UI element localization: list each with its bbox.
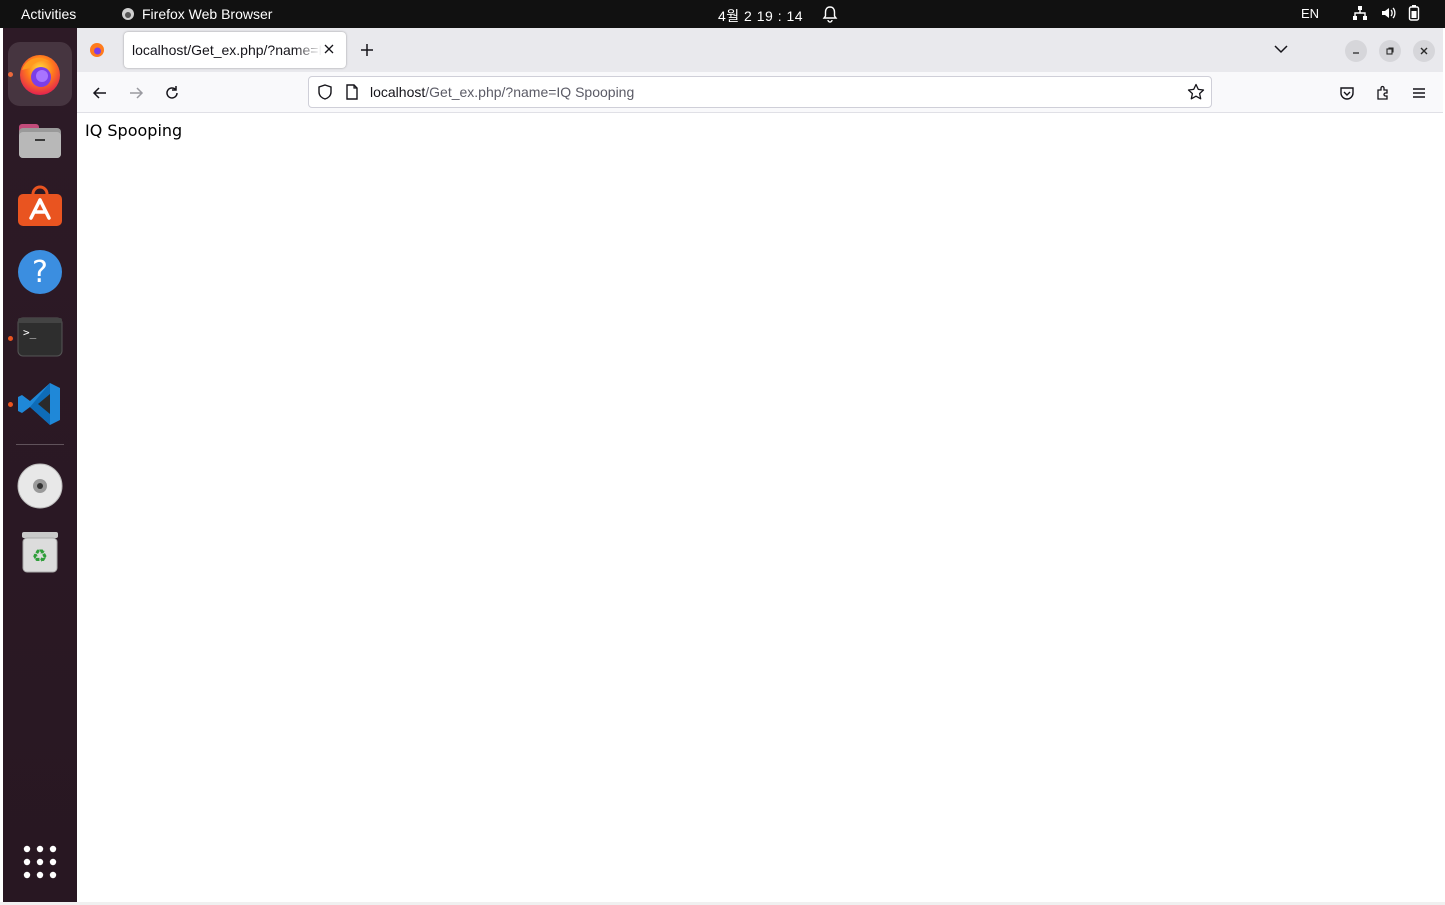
forward-arrow-icon[interactable] — [125, 82, 147, 104]
back-arrow-icon[interactable] — [89, 82, 111, 104]
battery-icon — [1408, 5, 1420, 21]
dock-help[interactable]: ? — [8, 240, 72, 304]
url-path: /Get_ex.php/?name=IQ Spooping — [425, 84, 635, 100]
vscode-icon — [18, 383, 60, 425]
page-info-icon[interactable] — [345, 84, 359, 104]
tab-strip: localhost/Get_ex.php/?name=IQ Spooping — [77, 28, 1443, 72]
dock-disc[interactable] — [8, 454, 72, 518]
dock-app-center[interactable] — [8, 174, 72, 238]
app-menu[interactable]: Firefox Web Browser — [120, 6, 272, 22]
firefox-icon — [20, 55, 60, 95]
svg-text:♻: ♻ — [32, 546, 48, 567]
firefox-small-icon — [122, 8, 134, 20]
hamburger-menu-icon[interactable] — [1408, 82, 1430, 104]
url-text[interactable]: localhost/Get_ex.php/?name=IQ Spooping — [370, 84, 634, 100]
firefox-window: localhost/Get_ex.php/?name=IQ Spooping — [77, 28, 1443, 902]
dock-vscode[interactable] — [8, 372, 72, 436]
dock-firefox[interactable] — [8, 42, 72, 106]
dock-files[interactable] — [8, 108, 72, 172]
activities-button[interactable]: Activities — [21, 6, 76, 22]
svg-text:?: ? — [32, 255, 48, 290]
network-icon — [1353, 6, 1367, 20]
pocket-icon[interactable] — [1336, 82, 1358, 104]
dock: ? >_ ♻ — [3, 28, 77, 902]
reload-icon[interactable] — [161, 82, 183, 104]
page-content: IQ Spooping — [77, 114, 1443, 902]
restore-icon[interactable] — [1379, 40, 1401, 62]
clock[interactable]: 4월 2 19 : 14 — [718, 6, 803, 26]
language-indicator[interactable]: EN — [1301, 6, 1319, 21]
help-icon: ? — [18, 250, 62, 294]
minimize-icon[interactable] — [1345, 40, 1367, 62]
app-center-icon — [18, 185, 62, 226]
navigation-toolbar: localhost/Get_ex.php/?name=IQ Spooping — [77, 72, 1443, 113]
trash-icon: ♻ — [22, 532, 58, 573]
close-window-icon[interactable] — [1413, 40, 1435, 62]
tab-close-icon[interactable] — [320, 40, 338, 58]
bookmark-star-icon[interactable] — [1187, 83, 1205, 105]
tracking-protection-shield-icon[interactable] — [317, 84, 333, 104]
url-bar[interactable]: localhost/Get_ex.php/?name=IQ Spooping — [308, 76, 1212, 108]
dock-terminal[interactable]: >_ — [8, 306, 72, 370]
tab-active[interactable]: localhost/Get_ex.php/?name=IQ Spooping — [124, 32, 346, 68]
firefox-view-icon[interactable] — [89, 42, 105, 62]
new-tab-plus-icon[interactable] — [357, 40, 377, 60]
extensions-puzzle-icon[interactable] — [1372, 82, 1394, 104]
app-grid-icon — [23, 845, 57, 879]
list-all-tabs-chevron-icon[interactable] — [1273, 41, 1289, 61]
volume-icon — [1382, 7, 1396, 19]
svg-text:>_: >_ — [23, 326, 37, 339]
files-icon — [19, 124, 61, 158]
system-top-bar: Activities Firefox Web Browser 4월 2 19 :… — [0, 0, 1445, 28]
dock-trash[interactable]: ♻ — [8, 520, 72, 584]
system-tray[interactable] — [1352, 5, 1420, 21]
url-host: localhost — [370, 84, 426, 100]
disc-icon — [17, 463, 63, 509]
page-body-text: IQ Spooping — [85, 121, 183, 140]
tab-title: localhost/Get_ex.php/?name=IQ Spooping — [132, 42, 322, 58]
notification-bell-icon[interactable] — [822, 5, 838, 26]
terminal-icon: >_ — [17, 317, 63, 357]
dock-separator — [16, 444, 64, 445]
app-name-label: Firefox Web Browser — [142, 6, 273, 22]
show-apps-button[interactable] — [8, 830, 72, 894]
